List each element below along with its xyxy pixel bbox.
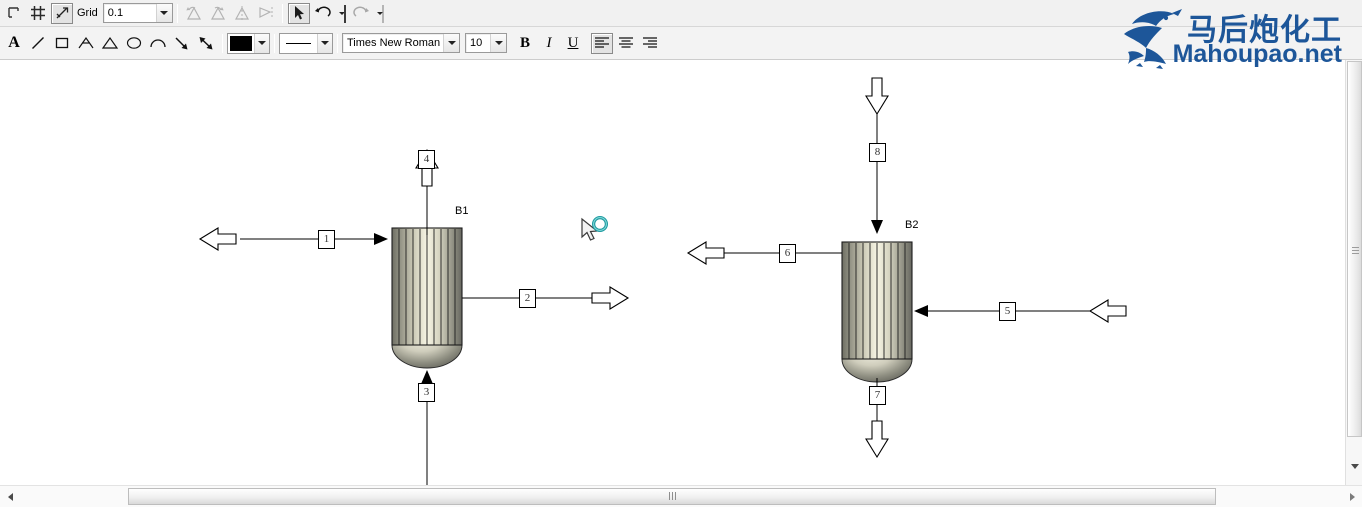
font-family-value: Times New Roman: [347, 37, 441, 49]
flowsheet-drawing: [198, 77, 1127, 485]
chevron-down-icon[interactable]: [317, 33, 332, 53]
bold-button[interactable]: B: [514, 33, 536, 54]
scrollbar-grip-icon: [1352, 245, 1359, 254]
bold-label: B: [519, 34, 530, 51]
grid-size-combo[interactable]: 0.1: [102, 3, 173, 23]
color-swatch: [230, 35, 252, 51]
scroll-right-button[interactable]: [1342, 487, 1362, 507]
chevron-down-icon[interactable]: [155, 4, 172, 22]
stream-2-line[interactable]: [462, 286, 630, 310]
fill-color-button[interactable]: [227, 32, 270, 54]
align-center-icon[interactable]: [615, 33, 637, 54]
toolbar-separator: [176, 3, 178, 23]
undo-dropdown-icon[interactable]: [336, 3, 348, 24]
horizontal-scrollbar-track[interactable]: [20, 487, 1342, 507]
font-size-value: 10: [470, 37, 483, 49]
stream-label-6[interactable]: 6: [779, 244, 796, 263]
arrow-tool-icon[interactable]: [171, 33, 193, 54]
rotate-left-icon[interactable]: [183, 3, 205, 24]
stream-label-2[interactable]: 2: [519, 289, 536, 308]
block-B1[interactable]: [391, 227, 463, 369]
horizontal-scrollbar-thumb[interactable]: [128, 487, 1216, 505]
arc-tool-icon[interactable]: [147, 33, 169, 54]
flowsheet-window: Grid 0.1 A Times New Roman 10 B I U B1 B…: [0, 0, 1362, 507]
flip-vertical-icon[interactable]: [231, 3, 253, 24]
stream-label-1[interactable]: 1: [318, 230, 335, 249]
text-tool-icon[interactable]: A: [3, 33, 25, 54]
redo-icon[interactable]: [350, 3, 372, 24]
toolbar-separator: [274, 33, 275, 53]
rotate-right-icon[interactable]: [207, 3, 229, 24]
stream-6-line[interactable]: [686, 241, 842, 265]
underline-button[interactable]: U: [562, 33, 584, 54]
mouse-cursor: [578, 215, 612, 247]
line-style-preview: [286, 42, 311, 44]
scroll-down-button[interactable]: [1348, 458, 1362, 474]
grid-icon[interactable]: [27, 3, 49, 24]
font-family-combo[interactable]: Times New Roman: [342, 33, 460, 53]
ellipse-tool-icon[interactable]: [123, 33, 145, 54]
triangle-left-icon: [7, 492, 13, 501]
stream-label-7[interactable]: 7: [869, 386, 886, 405]
format-toolbar: A Times New Roman 10 B I U: [0, 27, 1362, 60]
stream-label-3[interactable]: 3: [418, 383, 435, 402]
vertical-scrollbar-thumb[interactable]: [1347, 61, 1362, 437]
double-arrow-tool-icon[interactable]: [195, 33, 217, 54]
stream-label-5[interactable]: 5: [999, 302, 1016, 321]
scrollbar-grip-icon: [668, 492, 676, 500]
select-pointer-icon[interactable]: [287, 2, 310, 24]
line-style-button[interactable]: [279, 32, 333, 54]
stream-5-line[interactable]: [914, 299, 1127, 323]
stream-label-8[interactable]: 8: [869, 143, 886, 162]
triangle-down-icon: [1351, 463, 1359, 469]
font-size-combo[interactable]: 10: [465, 33, 507, 53]
block-B2[interactable]: [841, 241, 913, 383]
snap-to-grid-icon[interactable]: [51, 2, 73, 24]
toolbar-separator: [222, 33, 223, 53]
rectangle-tool-icon[interactable]: [51, 33, 73, 54]
flip-horizontal-icon[interactable]: [255, 3, 277, 24]
undo-icon[interactable]: [312, 3, 334, 24]
italic-label: I: [546, 34, 552, 51]
drawing-toolbar: Grid 0.1: [0, 0, 1362, 27]
toolbar-separator: [337, 33, 338, 53]
underline-label: U: [567, 34, 579, 51]
scroll-left-button[interactable]: [0, 487, 20, 507]
block-label-B2[interactable]: B2: [905, 219, 918, 231]
toolbar-separator: [281, 3, 283, 23]
chevron-down-icon[interactable]: [443, 34, 459, 52]
block-label-B1[interactable]: B1: [455, 205, 468, 217]
italic-button[interactable]: I: [538, 33, 560, 54]
snap-corner-icon[interactable]: [3, 3, 25, 24]
grid-size-value: 0.1: [107, 7, 124, 19]
chevron-down-icon[interactable]: [490, 34, 506, 52]
flowsheet-canvas[interactable]: B1 B2 4 1 2 3 8 6 5 7: [0, 60, 1345, 485]
polygon-tool-icon[interactable]: [99, 33, 121, 54]
chevron-down-icon[interactable]: [254, 33, 269, 53]
text-tool-label: A: [8, 34, 20, 51]
stream-1-line[interactable]: [198, 227, 388, 251]
vertical-scrollbar[interactable]: [1345, 60, 1362, 485]
line-tool-icon[interactable]: [27, 33, 49, 54]
grid-caption: Grid: [77, 7, 98, 19]
triangle-right-icon: [1349, 492, 1355, 501]
align-right-icon[interactable]: [639, 33, 661, 54]
stream-label-4[interactable]: 4: [418, 150, 435, 169]
polyline-tool-icon[interactable]: [75, 33, 97, 54]
align-left-icon[interactable]: [591, 32, 613, 54]
horizontal-scrollbar[interactable]: [0, 485, 1362, 507]
redo-dropdown-icon[interactable]: [374, 3, 386, 24]
